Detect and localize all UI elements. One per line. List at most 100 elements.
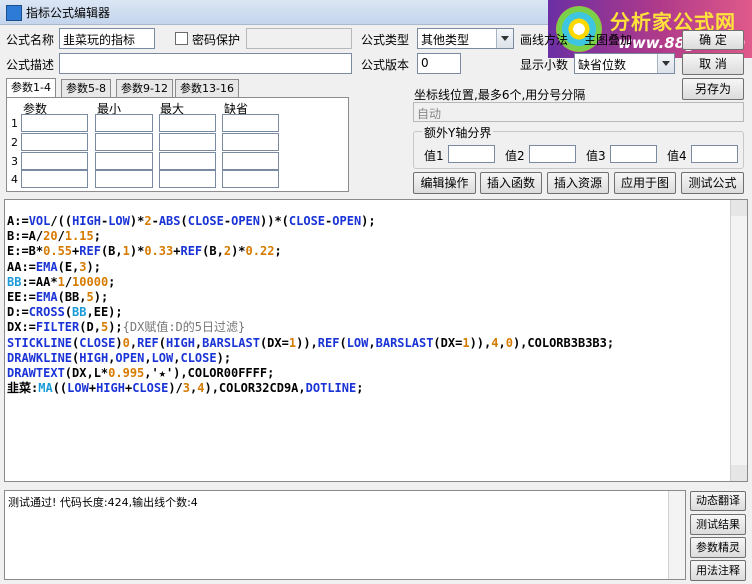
param-wizard-button[interactable]: 参数精灵 (690, 537, 746, 558)
code-line[interactable]: DX:=FILTER(D,5);{DX赋值:D的5日过滤} (7, 320, 614, 335)
version-field[interactable]: 0 (417, 53, 461, 74)
param-4-default[interactable] (222, 170, 279, 188)
code-line[interactable]: E:=B*0.55+REF(B,1)*0.33+REF(B,2)*0.22; (7, 244, 614, 259)
status-output: 测试通过! 代码长度:424,输出线个数:4 (4, 490, 686, 580)
axis-field[interactable]: 自动 (413, 102, 744, 122)
usage-notes-button[interactable]: 用法注释 (690, 560, 746, 581)
code-token: 0.22 (245, 244, 275, 259)
code-token: + (88, 381, 97, 396)
axis-label: 坐标线位置,最多6个,用分号分隔 (414, 88, 586, 102)
param-1-max[interactable] (159, 114, 216, 132)
code-token: 韭菜: (7, 381, 39, 396)
code-token: HIGH (166, 335, 195, 350)
tab-params-13-16[interactable]: 参数13-16 (175, 79, 239, 98)
code-token: 1 (288, 335, 297, 350)
code-token: EMA (35, 290, 58, 305)
param-2-default[interactable] (222, 133, 279, 151)
code-line[interactable]: DRAWKLINE(HIGH,OPEN,LOW,CLOSE); (7, 351, 614, 366)
decimal-select[interactable]: 缺省位数 (574, 53, 675, 74)
code-token: (B, (202, 244, 224, 259)
value-2-field[interactable] (529, 145, 576, 163)
code-token: OPEN (115, 350, 145, 365)
code-token: MA (38, 381, 53, 396)
code-token: ); (93, 290, 109, 305)
param-2-min[interactable] (95, 133, 153, 151)
param-4-max[interactable] (159, 170, 216, 188)
code-token: (DX= (433, 335, 463, 350)
code-line[interactable]: 韭菜:MA((LOW+HIGH+CLOSE)/3,4),COLOR32CD9A,… (7, 381, 614, 396)
code-text[interactable]: A:=VOL/((HIGH-LOW)*2-ABS(CLOSE-OPEN))*(C… (7, 214, 614, 396)
code-line[interactable]: AA:=EMA(E,3); (7, 260, 614, 275)
code-token: )* (231, 244, 246, 259)
name-field[interactable]: 韭菜玩的指标 (59, 28, 155, 49)
param-2-name[interactable] (21, 133, 88, 151)
cancel-button[interactable]: 取 消 (682, 53, 744, 75)
code-token: 10000 (72, 274, 109, 289)
scroll-up-icon[interactable] (731, 200, 747, 216)
code-line[interactable]: BB:=AA*1/10000; (7, 275, 614, 290)
code-token: ))*( (260, 214, 289, 228)
param-4-name[interactable] (21, 170, 88, 188)
status-message: 测试通过! 代码长度:424,输出线个数:4 (8, 496, 198, 509)
param-2-max[interactable] (159, 133, 216, 151)
code-token: :=AA* (21, 274, 58, 289)
type-select[interactable]: 其他类型 (417, 28, 514, 49)
code-token: CROSS (28, 305, 65, 320)
value-2-label: 值2 (505, 149, 525, 163)
code-token: OPEN (332, 214, 362, 228)
value-4-field[interactable] (691, 145, 738, 163)
code-line[interactable]: EE:=EMA(BB,5); (7, 290, 614, 305)
code-token: 2 (223, 244, 232, 259)
code-token: , (144, 350, 152, 365)
code-token: )/ (168, 381, 183, 396)
code-editor[interactable]: A:=VOL/((HIGH-LOW)*2-ABS(CLOSE-OPEN))*(C… (4, 199, 748, 482)
save-as-button[interactable]: 另存为 (682, 78, 744, 100)
param-3-max[interactable] (159, 152, 216, 170)
param-row-number: 1 (11, 117, 18, 130)
code-line[interactable]: STICKLINE(CLOSE)0,REF(HIGH,BARSLAST(DX=1… (7, 336, 614, 351)
edit-operation-button[interactable]: 编辑操作 (413, 172, 476, 194)
param-3-default[interactable] (222, 152, 279, 170)
code-token: ); (361, 214, 376, 228)
param-4-min[interactable] (95, 170, 153, 188)
param-1-default[interactable] (222, 114, 279, 132)
chevron-down-icon (657, 54, 674, 73)
param-1-min[interactable] (95, 114, 153, 132)
tab-params-1-4[interactable]: 参数1-4 (6, 78, 56, 99)
code-line[interactable]: D:=CROSS(BB,EE); (7, 305, 614, 320)
code-token: (DX= (259, 335, 289, 350)
extra-y-group: 额外Y轴分界 值1 值2 值3 值4 (413, 124, 744, 169)
status-scrollbar[interactable] (668, 491, 685, 579)
editor-scrollbar[interactable] (730, 200, 747, 481)
tab-params-9-12[interactable]: 参数9-12 (116, 79, 173, 98)
code-token: , (498, 335, 506, 350)
apply-to-chart-button[interactable]: 应用于图 (614, 172, 676, 194)
code-token: 1 (462, 335, 470, 350)
value-3-field[interactable] (610, 145, 657, 163)
password-checkbox[interactable] (175, 32, 188, 45)
code-token: HIGH (79, 350, 109, 365)
tab-params-5-8[interactable]: 参数5-8 (61, 79, 111, 98)
test-result-button[interactable]: 测试结果 (690, 514, 746, 535)
value-1-field[interactable] (448, 145, 495, 163)
scroll-down-icon[interactable] (731, 465, 747, 481)
desc-field[interactable] (59, 53, 352, 74)
param-3-min[interactable] (95, 152, 153, 170)
code-token: DRAWTEXT (7, 366, 65, 381)
password-field[interactable] (246, 28, 352, 49)
code-token: / (64, 274, 73, 289)
code-token: 1 (57, 274, 65, 289)
insert-resource-button[interactable]: 插入资源 (547, 172, 609, 194)
dynamic-translate-button[interactable]: 动态翻译 (690, 491, 746, 511)
param-3-name[interactable] (21, 152, 88, 170)
code-line[interactable]: A:=VOL/((HIGH-LOW)*2-ABS(CLOSE-OPEN))*(C… (7, 214, 614, 229)
code-line[interactable]: DRAWTEXT(DX,L*0.995,'★'),COLOR00FFFF; (7, 366, 614, 381)
code-token: ); (86, 259, 101, 274)
test-formula-button[interactable]: 测试公式 (681, 172, 744, 194)
desc-label: 公式描述 (6, 58, 55, 72)
insert-function-button[interactable]: 插入函数 (480, 172, 542, 194)
ok-button[interactable]: 确 定 (682, 30, 744, 50)
code-line[interactable]: B:=A/20/1.15; (7, 229, 614, 244)
code-token: 1 (122, 244, 130, 259)
param-1-name[interactable] (21, 114, 88, 132)
